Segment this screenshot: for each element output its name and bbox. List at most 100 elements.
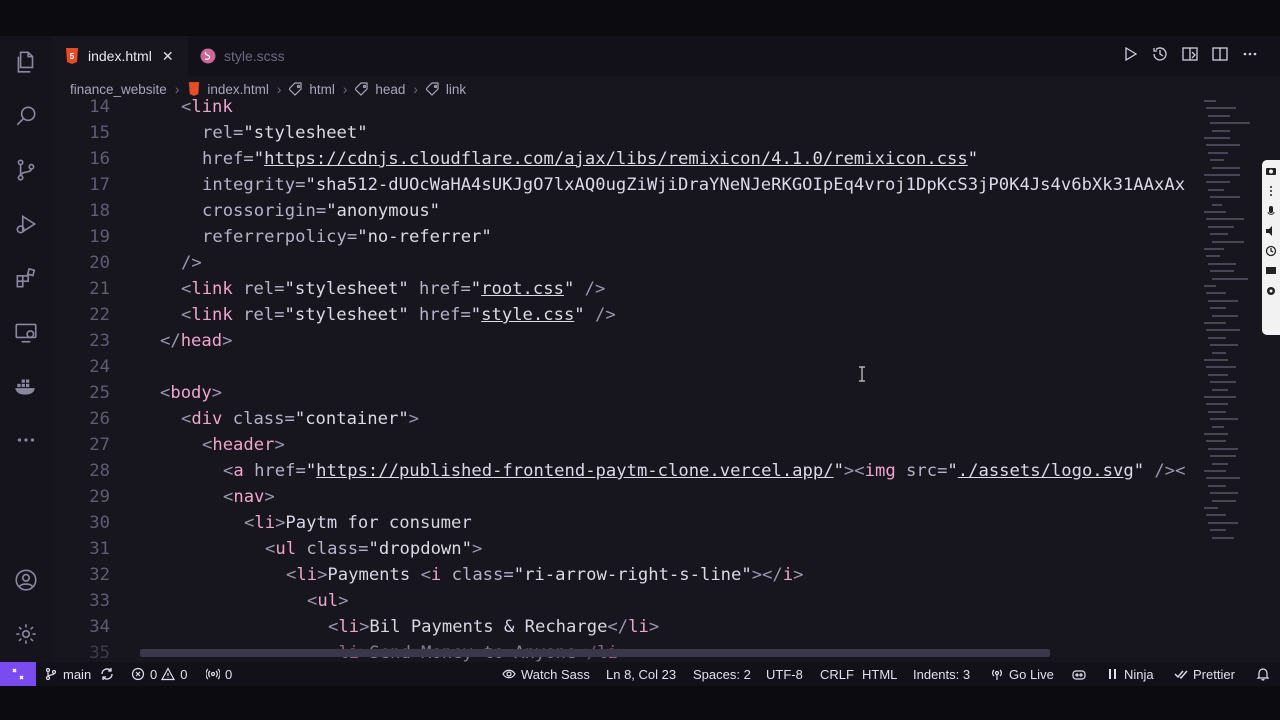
code-line[interactable]: 19 referrerpolicy="no-referrer"	[52, 224, 1197, 250]
code-line[interactable]: 24	[52, 354, 1197, 380]
code-token: >	[211, 383, 223, 403]
code-token: class=	[441, 565, 514, 585]
code-token: "	[833, 461, 844, 481]
manage-gear-icon[interactable]	[12, 620, 40, 648]
go-live-button[interactable]: Go Live	[990, 662, 1054, 686]
code-line[interactable]: 28 <a href="https://published-frontend-pa…	[52, 458, 1197, 484]
more-icon[interactable]	[1262, 182, 1280, 200]
ports-indicator[interactable]: 0	[206, 662, 232, 686]
screen-icon[interactable]	[1262, 262, 1280, 280]
code-line[interactable]: 25 <body>	[52, 380, 1197, 406]
line-number: 22	[89, 305, 110, 325]
code-token: Bil Payments & Recharge	[369, 617, 608, 637]
settings-gear-icon[interactable]	[1262, 282, 1280, 300]
code-line[interactable]: 32 <li>Payments <i class="ri-arrow-right-…	[52, 562, 1197, 588]
code-line[interactable]: 29 <nav>	[52, 484, 1197, 510]
search-icon[interactable]	[12, 102, 40, 130]
microphone-icon[interactable]	[1262, 202, 1280, 220]
problems-indicator[interactable]: 0 0	[131, 662, 187, 686]
minimap-line	[1204, 470, 1226, 472]
code-line[interactable]: 27 <header>	[52, 432, 1197, 458]
code-token: https://cdnjs.cloudflare.com/ajax/libs/r…	[264, 149, 968, 169]
run-debug-icon[interactable]	[12, 210, 40, 238]
breadcrumb-html[interactable]: html	[309, 82, 335, 97]
minimap-line	[1204, 433, 1228, 435]
split-editor-icon[interactable]	[1210, 44, 1230, 64]
code-line[interactable]: 17 integrity="sha512-dUOcWaHA4sUKJgO7lxAQ…	[52, 172, 1197, 198]
tab-index-html[interactable]: 5 index.html ✕	[52, 36, 188, 76]
breadcrumb-link[interactable]: link	[446, 82, 466, 97]
notifications-bell-icon[interactable]	[1256, 662, 1275, 686]
remote-indicator-icon[interactable]	[0, 662, 36, 686]
watch-sass-button[interactable]: Watch Sass	[502, 662, 590, 686]
timer-icon[interactable]	[1262, 242, 1280, 260]
remote-explorer-icon[interactable]	[12, 318, 40, 346]
code-line[interactable]: 33 <ul>	[52, 588, 1197, 614]
breadcrumb-folder[interactable]: finance_website	[70, 82, 167, 97]
line-content: <link rel="stylesheet" href="root.css" /…	[181, 276, 605, 302]
code-token: <	[181, 279, 192, 299]
code-line[interactable]: 14 <link	[52, 96, 1197, 120]
timeline-history-icon[interactable]	[1150, 44, 1170, 64]
minimap[interactable]	[1200, 100, 1260, 550]
line-number: 27	[89, 435, 110, 455]
code-line[interactable]: 16 href="https://cdnjs.cloudflare.com/aja…	[52, 146, 1197, 172]
code-token: >	[338, 591, 349, 611]
sync-icon[interactable]	[100, 662, 119, 686]
code-line[interactable]: 15 rel="stylesheet"	[52, 120, 1197, 146]
encoding[interactable]: UTF-8	[766, 662, 803, 686]
cursor-position[interactable]: Ln 8, Col 23	[606, 662, 676, 686]
accounts-icon[interactable]	[12, 566, 40, 594]
breadcrumb-head[interactable]: head	[375, 82, 405, 97]
code-editor[interactable]: 14 <link 15 rel="stylesheet" 16 href="https:/…	[52, 96, 1197, 662]
code-line[interactable]: 23 </head>	[52, 328, 1197, 354]
tab-style-scss[interactable]: style.scss	[188, 36, 318, 76]
more-actions-icon[interactable]	[1240, 44, 1260, 64]
docker-icon[interactable]	[12, 372, 40, 400]
branch-indicator[interactable]: main	[44, 662, 91, 686]
explorer-icon[interactable]	[12, 48, 40, 76]
line-content: <body>	[160, 380, 222, 406]
speaker-icon[interactable]	[1262, 222, 1280, 240]
minimap-line	[1206, 292, 1226, 295]
more-icon[interactable]	[12, 426, 40, 454]
run-icon[interactable]	[1120, 44, 1140, 64]
code-token: rel=	[202, 123, 244, 143]
code-line[interactable]: 18 crossorigin="anonymous"	[52, 198, 1197, 224]
code-line[interactable]: 20 />	[52, 250, 1197, 276]
indents-indicator[interactable]: Indents: 3	[913, 662, 970, 686]
code-token: >	[359, 617, 370, 637]
source-control-icon[interactable]	[12, 156, 40, 184]
line-content: rel="stylesheet"	[202, 120, 368, 146]
code-token: link	[191, 279, 233, 299]
breadcrumb-file[interactable]: index.html	[207, 82, 269, 97]
horizontal-scrollbar[interactable]	[140, 649, 1050, 657]
code-line[interactable]: 30 <li>Paytm for consumer	[52, 510, 1197, 536]
code-line[interactable]: 34 <li>Bil Payments & Recharge</li>	[52, 614, 1197, 640]
code-token: "stylesheet"	[284, 279, 409, 299]
minimap-line	[1212, 536, 1234, 539]
code-token: "sha512-dUOcWaHA4sUKJgO7lxAQ0ugZiWjiDraY…	[305, 175, 1186, 195]
code-line[interactable]: 26 <div class="container">	[52, 406, 1197, 432]
minimap-line	[1210, 455, 1236, 458]
minimap-line	[1210, 307, 1226, 310]
extensions-icon[interactable]	[12, 264, 40, 292]
open-changes-icon[interactable]	[1180, 44, 1200, 64]
code-line[interactable]: 21 <link rel="stylesheet" href="root.css"…	[52, 276, 1197, 302]
editor-tabs: 5 index.html ✕ style.scss	[52, 36, 1280, 76]
camera-icon[interactable]	[1262, 162, 1280, 180]
ninja-button[interactable]: Ninja	[1107, 662, 1154, 686]
prettier-button[interactable]: Prettier	[1174, 662, 1235, 686]
code-line[interactable]: 31 <ul class="dropdown">	[52, 536, 1197, 562]
language-mode[interactable]: HTML	[862, 662, 897, 686]
code-line[interactable]: 22 <link rel="stylesheet" href="style.css…	[52, 302, 1197, 328]
close-icon[interactable]: ✕	[162, 48, 174, 65]
indentation-spaces[interactable]: Spaces: 2	[693, 662, 751, 686]
line-ending[interactable]: CRLF	[820, 662, 854, 686]
copilot-icon[interactable]	[1071, 662, 1092, 686]
eye-icon	[502, 669, 516, 679]
minimap-line	[1210, 159, 1224, 162]
code-token: />	[574, 279, 606, 299]
code-token: header	[212, 435, 275, 455]
minimap-line	[1212, 203, 1222, 206]
